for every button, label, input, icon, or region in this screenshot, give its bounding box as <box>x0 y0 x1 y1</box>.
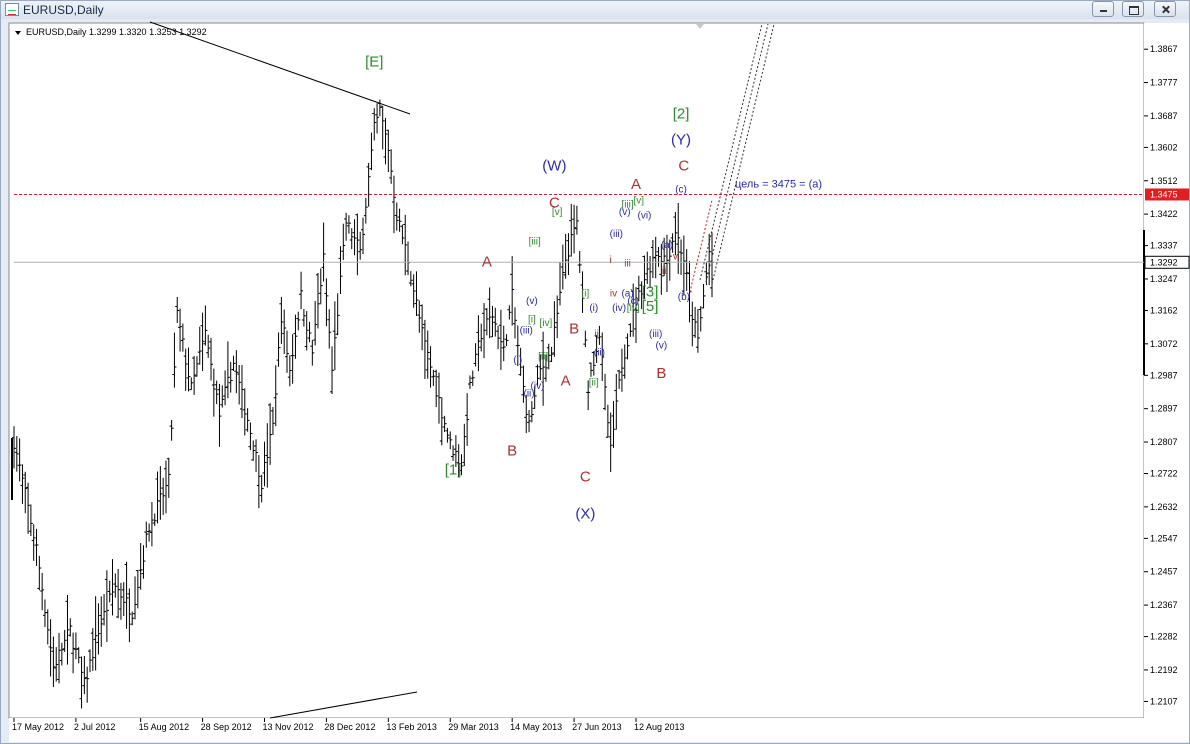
wave-label: (iii) <box>520 325 533 336</box>
wave-label: (iv) <box>612 303 626 314</box>
price-tick-label: 1.2807 <box>1150 437 1178 447</box>
wave-label: A <box>561 372 571 389</box>
wave-label: (c) <box>627 296 639 307</box>
time-tick-label: 28 Dec 2012 <box>324 722 375 732</box>
price-chart[interactable]: EURUSD,Daily 1.3299 1.3320 1.3253 1.3292… <box>0 0 1190 744</box>
price-tick-label: 1.2987 <box>1150 370 1178 380</box>
wave-label: (v) <box>656 340 668 351</box>
price-tick-label: 1.3337 <box>1150 241 1178 251</box>
target-price-label: 1.3475 <box>1150 189 1178 199</box>
price-tick-label: 1.3512 <box>1150 176 1178 186</box>
time-tick-label: 13 Feb 2013 <box>386 722 437 732</box>
price-tick-label: 1.2282 <box>1150 632 1178 642</box>
wave-label: (Y) <box>671 131 691 148</box>
wave-label: [1] <box>445 461 462 478</box>
target-annotation: цель = 3475 = (a) <box>735 178 822 190</box>
price-tick-label: 1.3422 <box>1150 209 1178 219</box>
time-tick-label: 14 May 2013 <box>510 722 562 732</box>
wave-label: (iii) <box>649 329 662 340</box>
time-tick-label: 13 Nov 2012 <box>262 722 313 732</box>
wave-label: (X) <box>575 506 595 523</box>
wave-label: [v] <box>552 207 563 218</box>
price-tick-label: 1.2107 <box>1150 696 1178 706</box>
price-tick-label: 1.2457 <box>1150 567 1178 577</box>
wave-label: B <box>656 365 666 382</box>
price-tick-label: 1.2547 <box>1150 533 1178 543</box>
time-tick-label: 12 Aug 2013 <box>634 722 685 732</box>
time-tick-label: 2 Jul 2012 <box>74 722 116 732</box>
wave-label: v <box>673 251 678 262</box>
time-tick-label: 15 Aug 2012 <box>139 722 190 732</box>
price-tick-label: 1.3162 <box>1150 305 1178 315</box>
wave-label: (i) <box>513 355 522 366</box>
time-tick-label: 28 Sep 2012 <box>201 722 252 732</box>
time-tick-label: 29 Mar 2013 <box>448 722 499 732</box>
wave-label: i <box>610 255 612 266</box>
price-tick-label: 1.2192 <box>1150 665 1178 675</box>
wave-label: iii <box>624 259 631 270</box>
price-tick-label: 1.3602 <box>1150 142 1178 152</box>
wave-label: [2] <box>673 106 690 123</box>
wave-label: [i] <box>581 288 589 299</box>
wave-label: ii <box>662 266 666 277</box>
wave-label: A <box>482 254 492 271</box>
wave-label: iv <box>610 288 617 299</box>
wave-label: A <box>631 176 641 193</box>
plot-area <box>8 22 1145 719</box>
wave-label: [iii] <box>621 199 633 210</box>
current-price-label: 1.3292 <box>1150 257 1178 267</box>
wave-label: B <box>569 320 579 337</box>
price-tick-label: 1.2632 <box>1150 502 1178 512</box>
wave-label: (vi) <box>638 211 652 222</box>
price-tick-label: 1.3777 <box>1150 78 1178 88</box>
price-tick-label: 1.3072 <box>1150 339 1178 349</box>
wave-label: [ii] <box>589 377 599 388</box>
wave-label: (iv) <box>531 381 545 392</box>
price-tick-label: 1.2722 <box>1150 469 1178 479</box>
price-tick-label: 1.2367 <box>1150 600 1178 610</box>
wave-label: [3] <box>642 283 659 300</box>
price-tick-label: 1.3247 <box>1150 274 1178 284</box>
wave-label: (v) <box>526 296 538 307</box>
wave-label: (i) <box>589 303 598 314</box>
wave-label: [v] <box>634 196 645 207</box>
time-tick-label: 27 Jun 2013 <box>572 722 622 732</box>
wave-label: [5] <box>642 298 659 315</box>
wave-label: B <box>507 443 517 460</box>
wave-label: ii <box>594 329 598 340</box>
price-tick-label: 1.3867 <box>1150 44 1178 54</box>
wave-label: (iii) <box>610 229 623 240</box>
wave-label: (a) <box>661 240 673 251</box>
price-tick-label: 1.3687 <box>1150 111 1178 121</box>
price-tick-label: 1.2897 <box>1150 404 1178 414</box>
wave-label: [E] <box>365 54 383 71</box>
time-tick-label: 17 May 2012 <box>12 722 64 732</box>
wave-label: [i] <box>528 314 536 325</box>
wave-label: (W) <box>542 157 566 174</box>
wave-label: [iv] <box>540 318 553 329</box>
wave-label: C <box>580 469 591 486</box>
wave-label: [iii] <box>529 237 541 248</box>
wave-label: [ii] <box>538 351 548 362</box>
wave-label: (c) <box>675 185 687 196</box>
wave-label: (b) <box>678 292 690 303</box>
wave-label: (ii) <box>594 348 605 359</box>
wave-label: C <box>678 157 689 174</box>
